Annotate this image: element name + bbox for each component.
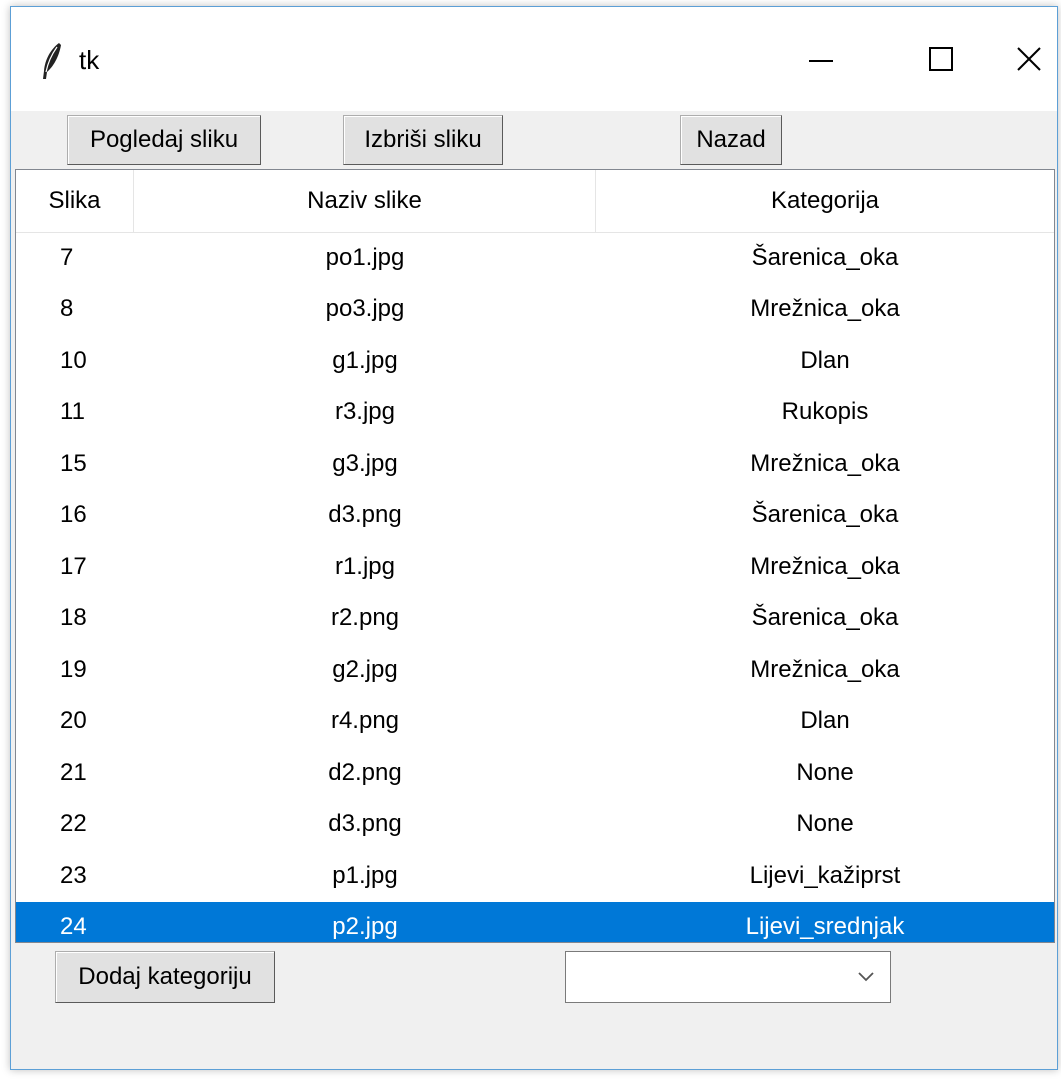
table-row[interactable]: 17 r1.jpg Mrežnica_oka: [16, 541, 1054, 593]
cell-slika: 19: [60, 655, 87, 683]
table-header: Slika Naziv slike Kategorija: [16, 170, 1054, 233]
minimize-button[interactable]: [761, 7, 881, 111]
toolbar: Pogledaj sliku Izbriši sliku Nazad: [11, 111, 1057, 169]
cell-kategorija: Šarenica_oka: [751, 501, 899, 529]
minimize-icon: [809, 60, 833, 62]
cell-slika: 24: [60, 913, 87, 941]
column-header-slika[interactable]: Slika: [16, 170, 134, 232]
cell-kategorija: None: [796, 810, 854, 838]
cell-naziv-slike: g1.jpg: [332, 346, 398, 374]
app-window: tk Pogledaj sliku Izbriši sliku Nazad Sl…: [10, 6, 1058, 1070]
cell-kategorija: Mrežnica_oka: [750, 655, 900, 683]
cell-naziv-slike: d3.png: [328, 501, 402, 529]
table-row[interactable]: 11 r3.jpg Rukopis: [16, 387, 1054, 439]
table-row[interactable]: 19 g2.jpg Mrežnica_oka: [16, 644, 1054, 696]
cell-slika: 23: [60, 861, 87, 889]
cell-slika: 21: [60, 758, 87, 786]
feather-icon: [43, 43, 61, 79]
cell-kategorija: Lijevi_kažiprst: [749, 861, 901, 889]
table-row[interactable]: 18 r2.png Šarenica_oka: [16, 593, 1054, 645]
cell-slika: 17: [60, 552, 87, 580]
table-row[interactable]: 22 d3.png None: [16, 799, 1054, 851]
table-row[interactable]: 15 g3.jpg Mrežnica_oka: [16, 438, 1054, 490]
cell-naziv-slike: po3.jpg: [325, 295, 405, 323]
delete-image-button[interactable]: Izbriši sliku: [343, 115, 503, 165]
cell-naziv-slike: r3.jpg: [334, 398, 396, 426]
add-category-button[interactable]: Dodaj kategoriju: [55, 951, 275, 1003]
cell-kategorija: Dlan: [800, 707, 850, 735]
cell-kategorija: Šarenica_oka: [751, 604, 899, 632]
table-row[interactable]: 7 po1.jpg Šarenica_oka: [16, 232, 1054, 284]
cell-kategorija: None: [796, 758, 854, 786]
cell-slika: 20: [60, 707, 87, 735]
cell-slika: 10: [60, 346, 87, 374]
cell-naziv-slike: d3.png: [328, 810, 402, 838]
screen: tk Pogledaj sliku Izbriši sliku Nazad Sl…: [0, 0, 1061, 1080]
bottom-bar: Dodaj kategoriju: [11, 943, 1057, 1069]
chevron-down-icon[interactable]: [856, 968, 876, 984]
cell-kategorija: Mrežnica_oka: [750, 449, 900, 477]
cell-naziv-slike: g2.jpg: [332, 655, 398, 683]
table-row[interactable]: 16 d3.png Šarenica_oka: [16, 490, 1054, 542]
view-image-button[interactable]: Pogledaj sliku: [67, 115, 261, 165]
table-body: 7 po1.jpg Šarenica_oka 8 po3.jpg Mrežnica_oka…: [16, 232, 1054, 942]
cell-naziv-slike: po1.jpg: [325, 243, 405, 271]
cell-naziv-slike: p1.jpg: [332, 861, 398, 889]
cell-naziv-slike: r2.png: [330, 604, 400, 632]
cell-kategorija: Šarenica_oka: [751, 243, 899, 271]
table-row[interactable]: 21 d2.png None: [16, 747, 1054, 799]
cell-kategorija: Mrežnica_oka: [750, 295, 900, 323]
maximize-icon: [929, 47, 953, 71]
table-row[interactable]: 20 r4.png Dlan: [16, 696, 1054, 748]
table-row[interactable]: 10 g1.jpg Dlan: [16, 335, 1054, 387]
cell-kategorija: Lijevi_srednjak: [745, 913, 905, 941]
cell-slika: 11: [60, 398, 85, 426]
close-icon: [1017, 47, 1041, 71]
cell-naziv-slike: r4.png: [330, 707, 400, 735]
cell-slika: 8: [60, 295, 74, 323]
cell-kategorija: Mrežnica_oka: [750, 552, 900, 580]
window-title: tk: [79, 45, 100, 75]
cell-slika: 7: [60, 243, 74, 271]
table-row[interactable]: 24 p2.jpg Lijevi_srednjak: [16, 901, 1054, 942]
cell-slika: 22: [60, 810, 87, 838]
maximize-button[interactable]: [881, 7, 1001, 111]
cell-naziv-slike: g3.jpg: [332, 449, 398, 477]
title-bar[interactable]: tk: [11, 7, 1057, 111]
images-table[interactable]: Slika Naziv slike Kategorija 7 po1.jpg Šar…: [15, 169, 1055, 943]
table-row[interactable]: 8 po3.jpg Mrežnica_oka: [16, 284, 1054, 336]
cell-kategorija: Dlan: [800, 346, 850, 374]
cell-naziv-slike: d2.png: [328, 758, 402, 786]
category-select[interactable]: [565, 951, 891, 1003]
cell-slika: 18: [60, 604, 87, 632]
cell-slika: 16: [60, 501, 87, 529]
close-button[interactable]: [999, 7, 1057, 111]
table-row[interactable]: 23 p1.jpg Lijevi_kažiprst: [16, 850, 1054, 902]
column-header-kategorija[interactable]: Kategorija: [596, 170, 1054, 232]
cell-slika: 15: [60, 449, 87, 477]
cell-naziv-slike: p2.jpg: [332, 913, 398, 941]
cell-kategorija: Rukopis: [781, 398, 869, 426]
cell-naziv-slike: r1.jpg: [334, 552, 396, 580]
back-button[interactable]: Nazad: [680, 115, 782, 165]
column-header-naziv-slike[interactable]: Naziv slike: [134, 170, 596, 232]
